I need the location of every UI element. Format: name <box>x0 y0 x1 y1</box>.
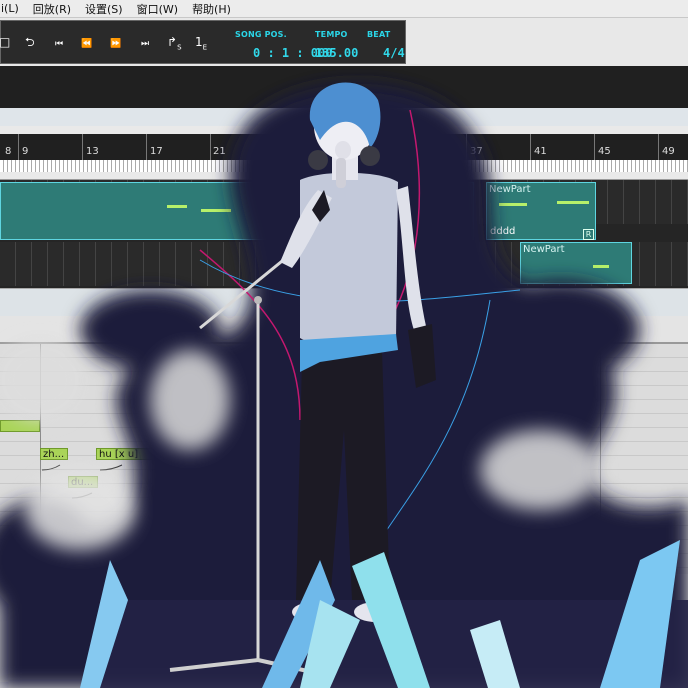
note-blip <box>167 205 187 208</box>
menu-playback[interactable]: 回放(R) <box>26 1 78 17</box>
track-part-newpart[interactable]: NewPart dddd R <box>486 182 596 240</box>
ruler-tick <box>530 134 531 160</box>
part-title: NewPart <box>523 244 565 255</box>
note-block[interactable] <box>0 420 40 432</box>
ruler-tick <box>594 134 595 160</box>
track-part[interactable]: R <box>0 182 474 240</box>
track-row: NewPart <box>0 242 688 286</box>
note-blip <box>499 203 527 206</box>
track-ruler[interactable]: 8 9 13 17 21 37 41 45 49 <box>0 126 688 180</box>
ruler-strip <box>0 160 688 172</box>
note-blip <box>593 265 609 268</box>
ruler-tick <box>82 134 83 160</box>
editor-divider <box>0 288 688 316</box>
menu-settings[interactable]: 设置(S) <box>78 1 130 17</box>
rewind-icon[interactable]: ⏪ <box>81 37 92 51</box>
track-header-band <box>0 108 688 126</box>
note-block[interactable]: du... <box>68 476 98 488</box>
beat-label: BEAT <box>367 30 391 39</box>
app-window: i(L) 回放(R) 设置(S) 窗口(W) 帮助(H) □ ⮌ ⏮ ⏪ ⏩ ⏭… <box>0 0 688 688</box>
start-marker-sub: S <box>177 43 182 52</box>
note-block[interactable]: de [t 7] <box>490 518 546 530</box>
menu-window[interactable]: 窗口(W) <box>130 1 185 17</box>
ruler-number: 17 <box>150 146 163 157</box>
pitch-curve <box>71 492 93 499</box>
menu-bar: i(L) 回放(R) 设置(S) 窗口(W) 帮助(H) <box>0 0 688 18</box>
ruler-number: 41 <box>534 146 547 157</box>
song-pos-label: SONG POS. <box>235 30 287 39</box>
note-blip <box>455 203 469 206</box>
pitch-curve <box>41 464 237 471</box>
start-marker-icon[interactable]: ↱S <box>167 35 182 54</box>
menu-help[interactable]: 帮助(H) <box>185 1 238 17</box>
part-title: NewPart <box>489 184 531 195</box>
ruler-tick <box>210 134 211 160</box>
ruler-number: 8 <box>5 146 12 157</box>
note-block[interactable]: hu [x u] <box>96 448 154 460</box>
ruler-tick <box>466 134 467 160</box>
toolbar-dark-band <box>0 66 688 108</box>
stage-floor <box>100 600 688 688</box>
note-block[interactable]: yin [i... <box>546 518 586 530</box>
stop-icon[interactable]: □ <box>0 35 10 49</box>
part-badge: R <box>460 229 471 240</box>
note-block[interactable]: jiao [ts\ i... <box>154 448 210 460</box>
menu-track[interactable]: i(L) <box>0 2 26 15</box>
tempo-value[interactable]: 135.00 <box>315 46 358 60</box>
ruler-number: 21 <box>213 146 226 157</box>
piano-roll[interactable]: zh... du... hu [x u] jiao [ts\ i... he..… <box>0 344 688 574</box>
roll-bar-line <box>600 344 601 574</box>
track-part-newpart[interactable]: NewPart <box>520 242 632 284</box>
ruler-number: 37 <box>470 146 483 157</box>
end-marker-icon[interactable]: 1E <box>195 35 207 54</box>
transport-area: □ ⮌ ⏮ ⏪ ⏩ ⏭ ↱S 1E SONG POS. 0 : 1 : 000 … <box>0 18 688 66</box>
fast-forward-icon[interactable]: ⏩ <box>110 37 121 51</box>
next-marker-icon[interactable]: ⏭ <box>141 37 149 51</box>
ruler-tick <box>146 134 147 160</box>
note-block[interactable]: he... <box>210 448 234 460</box>
note-blip <box>557 201 589 204</box>
tempo-label: TEMPO <box>315 30 348 39</box>
piano-roll-ruler[interactable]: 20 <box>0 316 688 344</box>
ruler-number: 45 <box>598 146 611 157</box>
note-block[interactable]: zh... <box>40 448 68 460</box>
ruler-bar: 8 9 13 17 21 37 41 45 49 <box>0 134 688 160</box>
note-blip <box>201 209 231 212</box>
beat-value[interactable]: 4/4 <box>383 46 405 60</box>
part-lyric: dddd <box>490 226 516 237</box>
end-marker-sub: E <box>202 43 208 52</box>
ruler-number: 49 <box>662 146 675 157</box>
loop-icon[interactable]: ⮌ <box>25 35 35 49</box>
part-badge: R <box>583 229 594 240</box>
prev-marker-icon[interactable]: ⏮ <box>55 37 63 51</box>
track-row: R NewPart dddd R <box>0 180 688 240</box>
track-area: R NewPart dddd R NewPart <box>0 180 688 288</box>
ruler-number: 9 <box>22 146 29 157</box>
ruler-tick <box>18 134 19 160</box>
ruler-tick <box>658 134 659 160</box>
transport-panel: □ ⮌ ⏮ ⏪ ⏩ ⏭ ↱S 1E SONG POS. 0 : 1 : 000 … <box>0 20 406 64</box>
roll-bar-number: 20 <box>606 324 619 335</box>
ruler-number: 13 <box>86 146 99 157</box>
